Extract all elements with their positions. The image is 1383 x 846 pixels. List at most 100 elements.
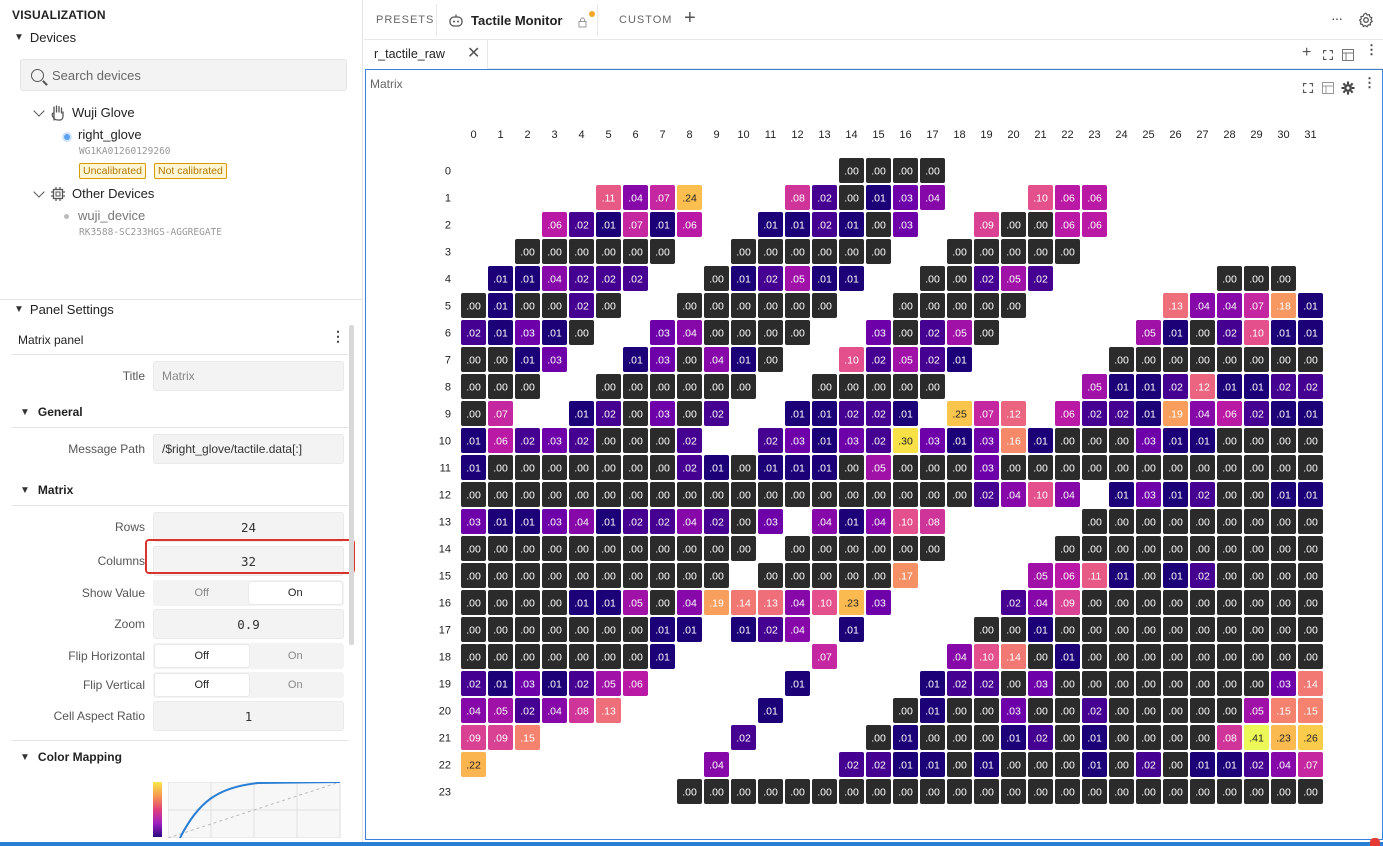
chevron-down-icon[interactable] xyxy=(33,105,45,117)
more-vertical-icon[interactable]: ⋮ xyxy=(1365,43,1378,56)
matrix-header[interactable]: ▼ Matrix xyxy=(20,483,73,497)
more-horizontal-icon[interactable]: ··· xyxy=(1331,10,1343,26)
matrix-cell: .01 xyxy=(974,752,999,777)
matrix-cell: .00 xyxy=(1298,536,1323,561)
flip-vertical-off[interactable]: Off xyxy=(155,674,249,696)
matrix-cell: .09 xyxy=(488,725,513,750)
svg-text:.00: .00 xyxy=(1195,706,1210,718)
tab-presets[interactable]: PRESETS xyxy=(376,0,434,40)
svg-text:.00: .00 xyxy=(574,463,589,475)
chip-icon xyxy=(51,187,65,201)
color-mapping-header[interactable]: ▼ Color Mapping xyxy=(20,750,122,764)
matrix-cell: .03 xyxy=(785,428,810,453)
matrix-cell: .00 xyxy=(947,752,972,777)
column-label: 24 xyxy=(1115,129,1127,141)
svg-text:.16: .16 xyxy=(1006,436,1021,448)
more-vertical-icon[interactable]: ⋮ xyxy=(331,329,345,343)
svg-text:.00: .00 xyxy=(898,328,913,340)
matrix-cell: .00 xyxy=(1244,347,1269,372)
device-wuji-device[interactable]: wuji_device xyxy=(78,208,145,223)
device-right-glove[interactable]: right_glove xyxy=(78,127,142,142)
matrix-cell: .00 xyxy=(1109,509,1134,534)
flip-horizontal-off[interactable]: Off xyxy=(155,645,249,667)
search-devices-input[interactable]: Search devices xyxy=(20,59,347,91)
svg-text:.19: .19 xyxy=(709,598,724,610)
svg-text:.00: .00 xyxy=(628,625,643,637)
scrollbar[interactable] xyxy=(349,325,354,645)
color-curve-chart[interactable] xyxy=(168,782,341,838)
cell-aspect-ratio-input[interactable]: 1 xyxy=(153,701,344,731)
matrix-cell: .01 xyxy=(596,509,621,534)
general-header[interactable]: ▼ General xyxy=(20,405,83,419)
add-tab-icon[interactable]: + xyxy=(684,8,696,28)
show-value-off[interactable]: Off xyxy=(155,582,249,604)
svg-text:.00: .00 xyxy=(574,625,589,637)
matrix-cell: .00 xyxy=(1136,536,1161,561)
close-icon[interactable]: ✕ xyxy=(467,43,480,63)
matrix-cell: .00 xyxy=(1244,455,1269,480)
matrix-cell: .00 xyxy=(623,482,648,507)
rows-input[interactable]: 24 xyxy=(153,512,344,542)
flip-horizontal-toggle[interactable]: Off On xyxy=(153,643,344,669)
show-value-on[interactable]: On xyxy=(248,582,342,604)
svg-text:.02: .02 xyxy=(1303,382,1318,394)
gear-icon[interactable] xyxy=(1358,12,1374,28)
devices-section-header[interactable]: ▼ Devices xyxy=(14,30,76,45)
svg-text:.01: .01 xyxy=(979,760,994,772)
matrix-cell: .01 xyxy=(785,671,810,696)
svg-text:.11: .11 xyxy=(1088,571,1102,583)
matrix-cell: .02 xyxy=(1298,374,1323,399)
svg-text:.00: .00 xyxy=(1006,463,1021,475)
svg-text:.01: .01 xyxy=(1303,409,1318,421)
matrix-cell: .00 xyxy=(704,563,729,588)
matrix-cell: .00 xyxy=(920,158,945,183)
lock-icon[interactable] xyxy=(578,17,587,28)
svg-text:.04: .04 xyxy=(817,517,832,529)
matrix-cell: .00 xyxy=(893,779,918,804)
svg-text:.15: .15 xyxy=(520,733,535,745)
svg-text:.04: .04 xyxy=(1195,409,1210,421)
matrix-cell: .00 xyxy=(704,374,729,399)
device-group-other-devices[interactable]: Other Devices xyxy=(72,186,154,201)
zoom-input[interactable]: 0.9 xyxy=(153,609,344,639)
panel-name: Matrix panel xyxy=(18,333,84,347)
matrix-cell: .00 xyxy=(488,536,513,561)
matrix-cell: .00 xyxy=(1109,455,1134,480)
flip-horizontal-on[interactable]: On xyxy=(249,645,343,667)
column-label: 17 xyxy=(926,129,938,141)
title-input[interactable]: Matrix xyxy=(153,361,344,391)
flip-vertical-on[interactable]: On xyxy=(249,674,343,696)
column-label: 22 xyxy=(1061,129,1073,141)
flip-vertical-toggle[interactable]: Off On xyxy=(153,672,344,698)
matrix-cell: .06 xyxy=(1055,563,1080,588)
tab-custom[interactable]: CUSTOM xyxy=(619,0,672,40)
matrix-cell: .00 xyxy=(704,482,729,507)
tab-tactile-monitor[interactable]: Tactile Monitor xyxy=(436,4,598,36)
column-label: 30 xyxy=(1277,129,1289,141)
svg-text:.07: .07 xyxy=(628,220,643,232)
matrix-cell: .00 xyxy=(1001,779,1026,804)
svg-text:.00: .00 xyxy=(709,301,724,313)
svg-text:.03: .03 xyxy=(898,193,913,205)
matrix-cell: .00 xyxy=(1109,347,1134,372)
matrix-cell: .00 xyxy=(866,212,891,237)
chevron-down-icon[interactable] xyxy=(33,186,45,198)
matrix-cell: .06 xyxy=(1082,212,1107,237)
matrix-cell: .02 xyxy=(623,266,648,291)
matrix-cell: .02 xyxy=(758,617,783,642)
matrix-cell: .02 xyxy=(677,428,702,453)
notification-badge[interactable] xyxy=(1370,838,1380,846)
svg-text:.02: .02 xyxy=(1141,760,1156,772)
add-icon[interactable]: + xyxy=(1302,44,1311,62)
split-view-icon[interactable] xyxy=(1342,49,1354,61)
file-tab[interactable]: r_tactile_raw ✕ xyxy=(364,40,488,69)
svg-text:.00: .00 xyxy=(1168,733,1183,745)
panel-settings-header[interactable]: ▼ Panel Settings xyxy=(14,302,114,317)
message-path-input[interactable]: /$right_glove/tactile.data[:] xyxy=(153,434,344,464)
device-group-wuji-glove[interactable]: Wuji Glove xyxy=(72,105,135,120)
show-value-toggle[interactable]: Off On xyxy=(153,580,344,606)
svg-text:.00: .00 xyxy=(1222,679,1237,691)
fullscreen-icon[interactable] xyxy=(1323,50,1333,60)
svg-text:.00: .00 xyxy=(1114,652,1129,664)
svg-text:.02: .02 xyxy=(601,409,616,421)
